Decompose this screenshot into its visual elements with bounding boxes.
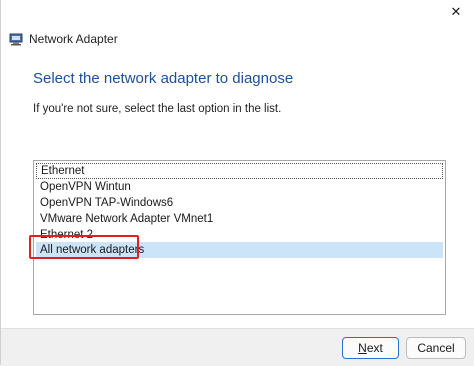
dialog-footer (1, 328, 474, 366)
network-adapter-icon (9, 32, 23, 46)
page-heading: Select the network adapter to diagnose (33, 70, 294, 87)
list-item-ethernet[interactable]: Ethernet (36, 163, 443, 179)
network-adapter-dialog: ✕ Network Adapter Select the network ada… (0, 0, 474, 366)
annotation-highlight (29, 235, 139, 259)
cancel-button[interactable]: Cancel (406, 337, 466, 359)
close-icon: ✕ (450, 4, 462, 19)
next-button-label: ext (366, 341, 383, 355)
dialog-title-row: Network Adapter (9, 30, 118, 48)
close-button[interactable]: ✕ (437, 0, 474, 24)
list-item-openvpn-wintun[interactable]: OpenVPN Wintun (36, 179, 443, 195)
next-button[interactable]: Next (342, 337, 399, 359)
dialog-title: Network Adapter (29, 32, 118, 46)
list-item-openvpn-tap[interactable]: OpenVPN TAP-Windows6 (36, 195, 443, 211)
next-button-mnemonic: N (358, 341, 367, 355)
list-item-vmware-vmnet1[interactable]: VMware Network Adapter VMnet1 (36, 211, 443, 227)
page-hint: If you're not sure, select the last opti… (33, 103, 282, 115)
